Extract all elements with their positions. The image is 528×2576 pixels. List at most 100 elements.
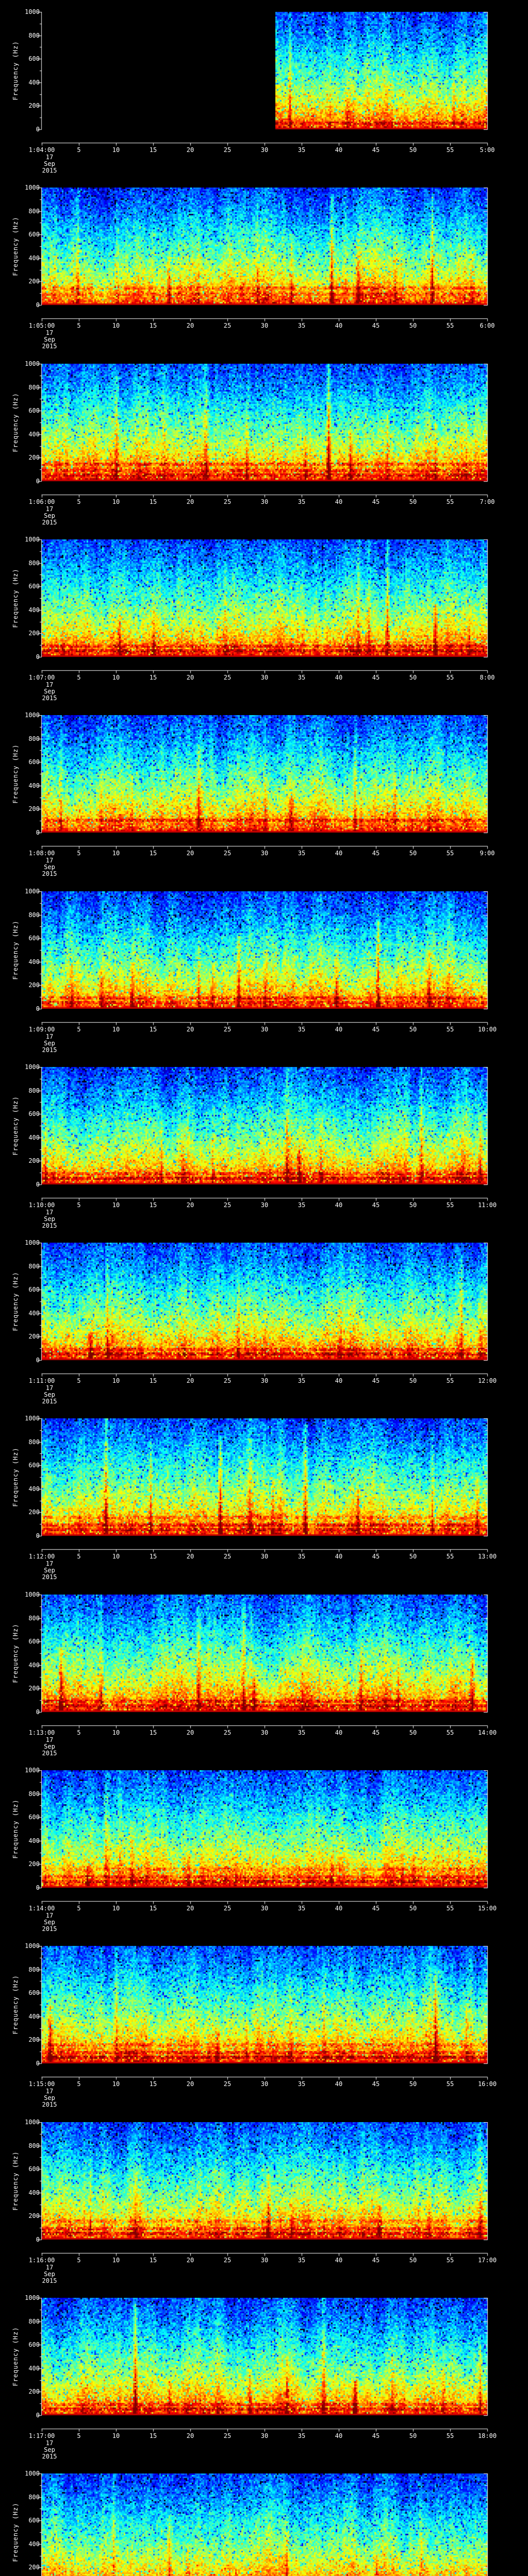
x-tick-label: 35 (298, 498, 306, 505)
x-tick-label: 50 (409, 498, 417, 505)
x-tick-label: 10 (112, 673, 120, 681)
y-axis-title: Frequency (Hz) (12, 2151, 19, 2211)
y-tick-label: 400 (28, 958, 40, 965)
x-tick-label: 45 (372, 850, 380, 857)
x-tick-label: 20 (186, 1905, 194, 1912)
x-tick-label: 55 (446, 673, 454, 681)
spectrogram-image (0, 891, 528, 1067)
x-tick-label: 5 (77, 498, 81, 505)
y-tick-label: 0 (36, 1357, 40, 1364)
spectrogram-image (0, 715, 528, 892)
y-tick-label: 600 (28, 934, 40, 942)
y-tick-label: 600 (28, 2341, 40, 2348)
x-tick-label: 55 (446, 1201, 454, 1209)
x-tick-label: 20 (186, 1553, 194, 1561)
y-tick-label: 1000 (25, 1063, 40, 1071)
y-tick-label: 400 (28, 2013, 40, 2021)
y-tick-label: 0 (36, 2411, 40, 2419)
x-tick-label: 55 (446, 146, 454, 154)
y-tick-label: 400 (28, 1837, 40, 1844)
x-tick-label: 5 (77, 1377, 81, 1385)
x-tick-label: 40 (335, 322, 343, 330)
x-tick-label: 15 (149, 322, 157, 330)
y-tick-label: 0 (36, 1532, 40, 1540)
y-tick-label: 1000 (25, 1767, 40, 1774)
x-start-time-label: 1:17:00 (28, 2432, 55, 2439)
y-tick-label: 200 (28, 278, 40, 285)
x-tick-label: 10 (112, 1553, 120, 1561)
x-tick-label: 40 (335, 2256, 343, 2264)
x-tick-label: 5 (77, 1905, 81, 1912)
x-tick-label: 30 (260, 498, 269, 505)
x-tick-label: 15 (149, 2432, 157, 2439)
y-tick-label: 0 (36, 1708, 40, 1716)
x-tick-label: 50 (409, 1025, 417, 1033)
y-tick-label: 1000 (25, 360, 40, 367)
x-end-time-label: 11:00 (477, 1201, 497, 1209)
x-tick-label: 55 (446, 1377, 454, 1385)
x-start-time-label: 1:08:00 (28, 850, 55, 857)
x-tick-label: 35 (298, 2256, 306, 2264)
x-tick-label: 40 (335, 850, 343, 857)
y-tick-label: 200 (28, 981, 40, 989)
y-tick-label: 200 (28, 2564, 40, 2571)
x-tick-label: 40 (335, 1201, 343, 1209)
x-tick-label: 30 (260, 146, 269, 154)
x-tick-label: 50 (409, 673, 417, 681)
x-end-time-label: 15:00 (477, 1905, 497, 1912)
x-tick-label: 30 (260, 1025, 269, 1033)
x-tick-label: 15 (149, 1728, 157, 1736)
x-end-time-label: 16:00 (477, 2080, 497, 2088)
y-tick-label: 0 (36, 653, 40, 660)
x-tick-label: 50 (409, 2080, 417, 2088)
x-tick-label: 15 (149, 850, 157, 857)
spectrogram-panel: Frequency (Hz) 0 200 400 600 800 1000 1:07:00… (0, 536, 528, 716)
y-tick-label: 0 (36, 829, 40, 837)
y-tick-label: 800 (28, 1966, 40, 1974)
date-month: Sep (44, 2446, 55, 2453)
spectrogram-panel: Frequency (Hz) 0 200 400 600 800 1000 1:04:00… (0, 9, 528, 188)
x-tick-label: 35 (298, 146, 306, 154)
y-tick-label: 1000 (25, 1942, 40, 1950)
x-tick-label: 5 (77, 2080, 81, 2088)
y-axis-title: Frequency (Hz) (12, 1096, 19, 1156)
x-tick-label: 55 (446, 2256, 454, 2264)
x-start-time-label: 1:11:00 (28, 1377, 55, 1385)
date-month: Sep (44, 1742, 55, 1750)
x-tick-label: 20 (186, 146, 194, 154)
spectrogram-panel: Frequency (Hz) 0 200 400 600 800 1000 1:05:00… (0, 184, 528, 364)
y-tick-label: 200 (28, 1684, 40, 1692)
y-tick-label: 800 (28, 1614, 40, 1622)
x-tick-label: 45 (372, 2256, 380, 2264)
date-year: 2015 (42, 1046, 57, 1054)
x-tick-label: 30 (260, 1553, 269, 1561)
y-tick-label: 200 (28, 805, 40, 813)
spectrogram-image (0, 1066, 528, 1243)
y-tick-label: 800 (28, 1438, 40, 1446)
x-tick-label: 30 (260, 850, 269, 857)
x-tick-label: 20 (186, 2256, 194, 2264)
spectrogram-panel: Frequency (Hz) 0 200 400 600 800 1000 1:15:00… (0, 1942, 528, 2123)
x-tick-label: 15 (149, 1025, 157, 1033)
y-axis-title: Frequency (Hz) (12, 216, 19, 276)
spectrogram-image (0, 188, 528, 364)
x-tick-label: 5 (77, 1553, 81, 1561)
x-tick-label: 45 (372, 2080, 380, 2088)
y-tick-label: 0 (36, 301, 40, 309)
x-tick-label: 15 (149, 1905, 157, 1912)
x-tick-label: 10 (112, 322, 120, 330)
x-tick-label: 30 (260, 1377, 269, 1385)
x-end-time-label: 18:00 (477, 2432, 497, 2439)
y-tick-label: 1000 (25, 1590, 40, 1598)
x-tick-label: 50 (409, 1553, 417, 1561)
date-year: 2015 (42, 870, 57, 878)
x-tick-label: 50 (409, 1201, 417, 1209)
y-tick-label: 600 (28, 2165, 40, 2173)
x-tick-label: 20 (186, 498, 194, 505)
date-year: 2015 (42, 1573, 57, 1581)
y-tick-label: 400 (28, 1485, 40, 1493)
spectrogram-panel: Frequency (Hz) 0 200 400 600 800 1000 1:06:00… (0, 360, 528, 540)
date-month: Sep (44, 1215, 55, 1223)
y-tick-label: 600 (28, 1989, 40, 1997)
x-tick-label: 50 (409, 850, 417, 857)
